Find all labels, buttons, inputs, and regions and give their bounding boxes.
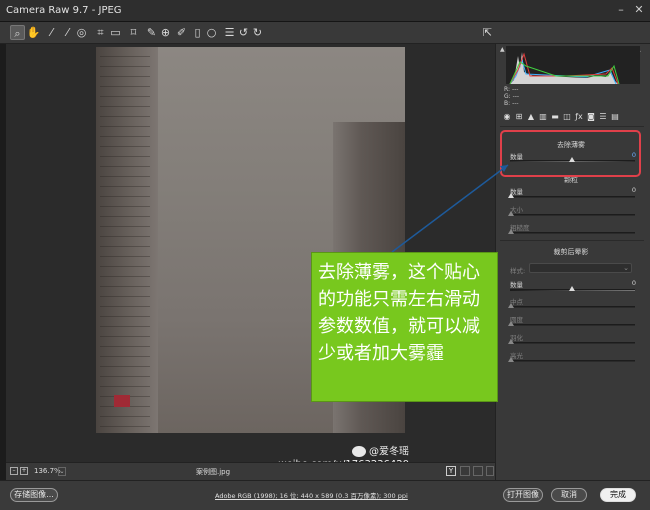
close-icon[interactable]: ✕	[632, 3, 646, 17]
camera-calibration-tab-icon[interactable]: ◙	[586, 112, 596, 122]
window-title: Camera Raw 9.7 - JPEG	[6, 5, 122, 16]
vignette-roundness-thumb[interactable]	[508, 321, 514, 326]
crop-icon[interactable]: ⌗	[93, 25, 108, 40]
presets-tab-icon[interactable]: ☰	[598, 112, 608, 122]
hand-icon[interactable]: ✋	[26, 25, 41, 40]
divider	[500, 126, 644, 127]
grain-size-thumb[interactable]	[508, 211, 514, 216]
effects-tab-icon[interactable]: ƒx	[574, 112, 584, 122]
lens-tab-icon[interactable]: ◫	[562, 112, 572, 122]
grain-amount-thumb[interactable]	[508, 193, 514, 198]
zoom-icon[interactable]: ⌕	[10, 25, 25, 40]
cancel-button[interactable]: 取消	[551, 488, 587, 502]
callout-text: 去除薄雾，这个贴心的功能只需左右滑动参数数值，就可以减少或者加大雾霾	[318, 262, 480, 364]
vignette-style-select[interactable]: ⌄	[529, 263, 632, 273]
grain-roughness-slider[interactable]	[508, 229, 635, 234]
divider	[500, 240, 644, 241]
basic-tab-icon[interactable]: ◉	[502, 112, 512, 122]
straighten-icon[interactable]: ▭	[108, 25, 123, 40]
vignette-midpoint-slider[interactable]	[508, 303, 635, 308]
save-image-button[interactable]: 存储图像...	[10, 488, 58, 502]
adjustment-brush-icon[interactable]: ✐	[174, 25, 189, 40]
grain-amount-value[interactable]: 0	[606, 186, 636, 194]
red-sign	[114, 395, 130, 407]
toolbar: ⌕ ✋ ⁄ ⁄ ◎ ⌗ ▭ ⌑ ✎ ⊕ ✐ ▯ ○ ☰ ↺ ↻ ⇱	[0, 22, 650, 44]
hsl-tab-icon[interactable]: ▥	[538, 112, 548, 122]
status-bar: – + 136.7% ⌄ 案例图.jpg Y	[6, 462, 495, 480]
radial-filter-icon[interactable]: ○	[204, 25, 219, 40]
tone-curve-tab-icon[interactable]: ⊞	[514, 112, 524, 122]
preferences-icon[interactable]: ☰	[222, 25, 237, 40]
grain-amount-slider[interactable]	[508, 193, 635, 198]
detail-tab-icon[interactable]: ▲	[526, 112, 536, 122]
adjustment-panel: ▲ ▲ R: --- G: --- B: --- ◉ ⊞ ▲ ▥ ▬ ◫ ƒx …	[495, 44, 650, 480]
building-windows	[100, 47, 150, 433]
split-tone-tab-icon[interactable]: ▬	[550, 112, 560, 122]
minimize-icon[interactable]: –	[614, 3, 628, 17]
vignette-highlights-thumb[interactable]	[508, 357, 514, 362]
file-name: 案例图.jpg	[196, 468, 231, 476]
rgb-r-label: R:	[504, 86, 511, 93]
panel-tabs: ◉ ⊞ ▲ ▥ ▬ ◫ ƒx ◙ ☰ ▤	[502, 112, 646, 124]
footer-bar: 存储图像... Adobe RGB (1998); 16 位; 440 x 58…	[0, 480, 650, 510]
color-sampler-icon[interactable]: ⁄	[60, 25, 75, 40]
vignette-title: 裁剪后晕影	[553, 248, 589, 256]
vignette-amount-value[interactable]: 0	[606, 279, 636, 287]
graduated-filter-icon[interactable]: ▯	[190, 25, 205, 40]
vignette-amount-thumb[interactable]	[569, 286, 575, 291]
zoom-level[interactable]: 136.7%	[34, 467, 61, 475]
watermark-handle: @爱冬瑶	[369, 446, 409, 458]
title-bar: Camera Raw 9.7 - JPEG – ✕	[0, 0, 650, 22]
vignette-feather-slider[interactable]	[508, 339, 635, 344]
workflow-options-link[interactable]: Adobe RGB (1998); 16 位; 440 x 589 (0.3 百…	[215, 490, 408, 500]
annotation-callout: 去除薄雾，这个贴心的功能只需左右滑动参数数值，就可以减少或者加大雾霾	[311, 252, 498, 402]
vignette-amount-slider[interactable]	[510, 286, 635, 291]
weibo-icon	[352, 446, 366, 457]
spot-removal-icon[interactable]: ⌑	[126, 25, 141, 40]
toggle-icon[interactable]	[486, 466, 494, 476]
vignette-roundness-slider[interactable]	[508, 321, 635, 326]
grain-size-slider[interactable]	[508, 211, 635, 216]
vignette-style-label: 样式:	[510, 267, 526, 275]
targeted-adjust-icon[interactable]: ◎	[74, 25, 89, 40]
vignette-midpoint-thumb[interactable]	[508, 303, 514, 308]
rotate-ccw-icon[interactable]: ↺	[236, 25, 251, 40]
rgb-b-label: B:	[504, 100, 511, 107]
grain-roughness-thumb[interactable]	[508, 229, 514, 234]
fullscreen-icon[interactable]: ⇱	[480, 25, 495, 40]
chevron-down-icon: ⌄	[623, 264, 629, 272]
red-eye-icon[interactable]: ✎	[144, 25, 159, 40]
done-button[interactable]: 完成	[600, 488, 636, 502]
vignette-amount-label: 数量	[510, 281, 523, 289]
vignette-feather-thumb[interactable]	[508, 339, 514, 344]
snapshots-tab-icon[interactable]: ▤	[610, 112, 620, 122]
dehaze-highlight-box	[500, 130, 641, 177]
brush-icon[interactable]: ⊕	[158, 25, 173, 40]
zoom-dropdown-icon[interactable]: ⌄	[58, 467, 66, 476]
before-after-icon[interactable]: Y	[446, 466, 456, 476]
zoom-out-icon[interactable]: –	[10, 467, 18, 475]
histogram-graph	[509, 52, 620, 85]
copy-settings-icon[interactable]	[473, 466, 483, 476]
rgb-g-value: ---	[512, 93, 520, 100]
rotate-cw-icon[interactable]: ↻	[250, 25, 265, 40]
rgb-r-value: ---	[511, 86, 519, 93]
zoom-in-icon[interactable]: +	[20, 467, 28, 475]
histogram	[506, 46, 640, 85]
rgb-b-value: ---	[512, 100, 519, 107]
shadow-clip-icon[interactable]: ▲	[500, 46, 505, 53]
vignette-highlights-slider[interactable]	[508, 357, 635, 362]
swap-icon[interactable]	[460, 466, 470, 476]
eyedropper-icon[interactable]: ⁄	[44, 25, 59, 40]
open-image-button[interactable]: 打开图像	[503, 488, 543, 502]
rgb-g-label: G:	[504, 93, 511, 100]
